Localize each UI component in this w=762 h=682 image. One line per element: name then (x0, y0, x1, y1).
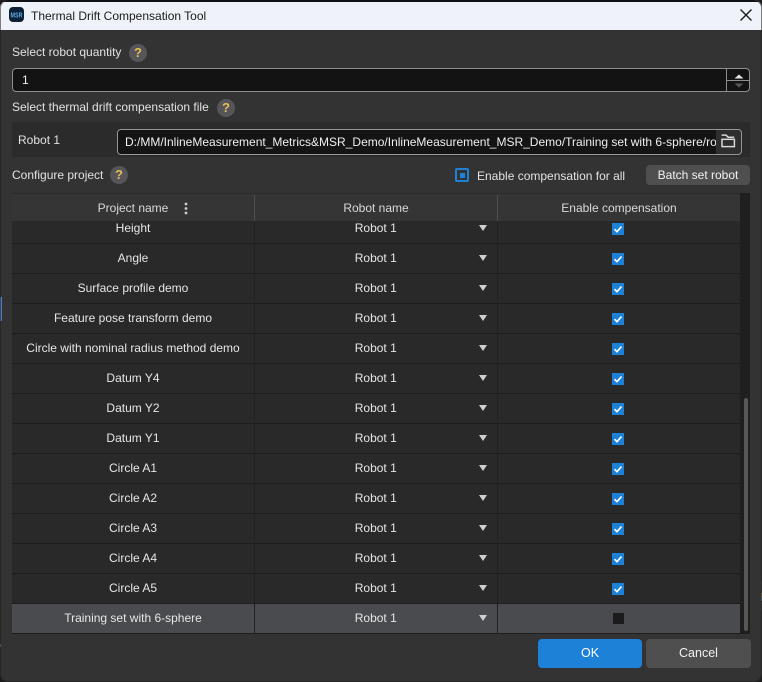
svg-text:MSR: MSR (11, 10, 23, 19)
